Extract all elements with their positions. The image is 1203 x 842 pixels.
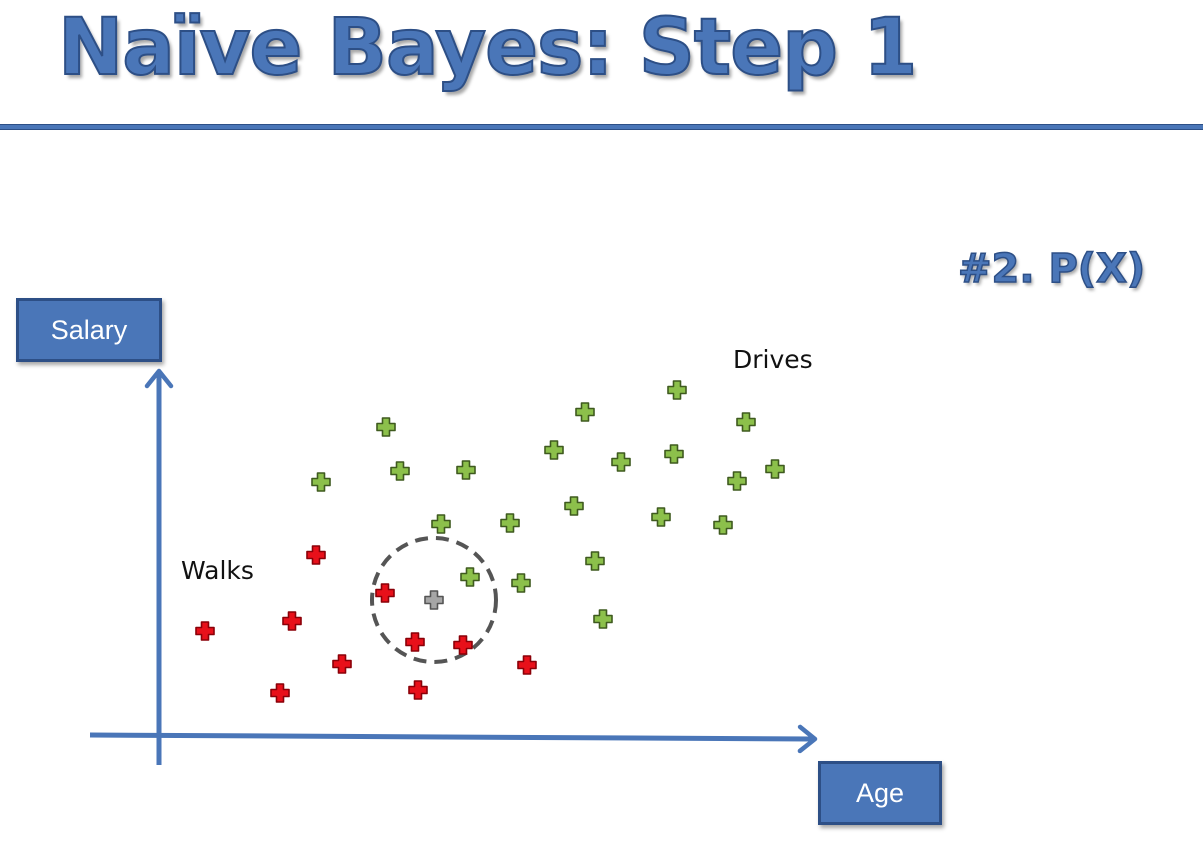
- walks-point: [270, 683, 290, 703]
- y-axis-label-box: Salary: [16, 298, 162, 362]
- walks-point: [453, 635, 473, 655]
- drives-point: [667, 380, 687, 400]
- walks-class-label: Walks: [181, 556, 254, 585]
- walks-point: [517, 655, 537, 675]
- x-axis: [89, 724, 818, 754]
- walks-point: [405, 632, 425, 652]
- drives-point: [651, 507, 671, 527]
- drives-class-label: Drives: [733, 345, 813, 374]
- drives-point: [460, 567, 480, 587]
- drives-point: [736, 412, 756, 432]
- drives-point: [511, 573, 531, 593]
- drives-point: [765, 459, 785, 479]
- walks-point: [408, 680, 428, 700]
- walks-point: [195, 621, 215, 641]
- data-points: [195, 380, 785, 703]
- drives-point: [575, 402, 595, 422]
- drives-point: [311, 472, 331, 492]
- new-point: [424, 590, 444, 610]
- drives-point: [727, 471, 747, 491]
- drives-point: [585, 551, 605, 571]
- drives-point: [544, 440, 564, 460]
- drives-point: [500, 513, 520, 533]
- slide: Naïve Bayes: Step 1 #2. P(X) Salary Age …: [0, 0, 1203, 842]
- y-axis-label: Salary: [50, 314, 128, 345]
- drives-point: [390, 461, 410, 481]
- drives-point: [376, 417, 396, 437]
- scatter-diagram: [89, 368, 818, 765]
- drives-point: [593, 609, 613, 629]
- drives-point: [431, 514, 451, 534]
- drives-point: [713, 515, 733, 535]
- x-axis-label-box: Age: [818, 761, 942, 825]
- walks-point: [332, 654, 352, 674]
- drives-point: [664, 444, 684, 464]
- walks-point: [375, 583, 395, 603]
- walks-point: [306, 545, 326, 565]
- drives-point: [611, 452, 631, 472]
- x-axis-label: Age: [855, 777, 905, 808]
- drives-point: [564, 496, 584, 516]
- walks-point: [282, 611, 302, 631]
- drives-point: [456, 460, 476, 480]
